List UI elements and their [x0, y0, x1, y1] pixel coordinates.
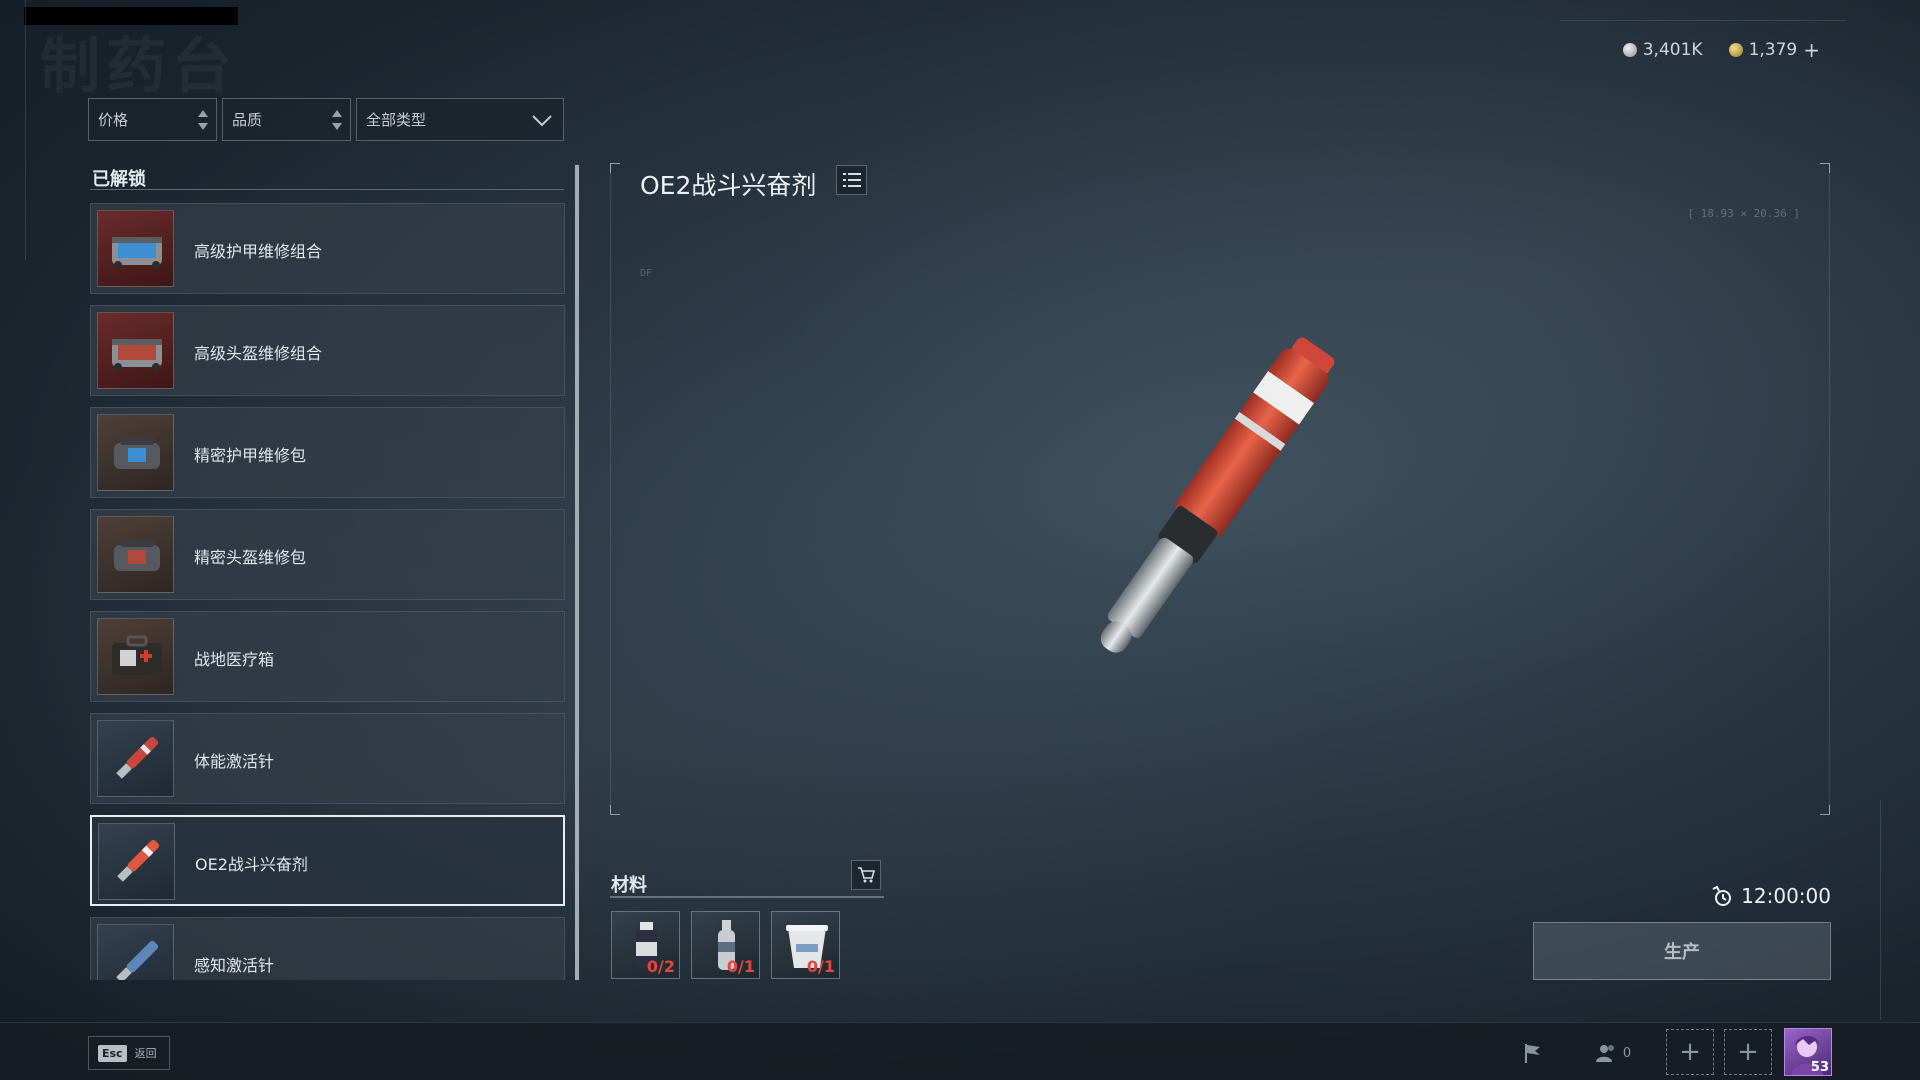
recipe-item[interactable]: 体能激活针: [90, 713, 565, 804]
materials-title: 材料: [611, 875, 647, 896]
team-icon: [1595, 1045, 1614, 1062]
material-slot[interactable]: 0/1: [771, 911, 840, 979]
frame-line: [1829, 163, 1830, 813]
add-squad-slot[interactable]: +: [1724, 1029, 1772, 1075]
recipe-item[interactable]: 精密护甲维修包: [90, 407, 565, 498]
gold-coin-icon: [1728, 43, 1743, 57]
hourglass-icon: [1712, 885, 1732, 906]
gold-currency[interactable]: 1,379 +: [1728, 40, 1820, 60]
quality-sort-label: 品质: [232, 111, 263, 129]
combat-stimulant-render: [1100, 337, 1335, 653]
currency-bar: 3,401K 1,379 +: [1622, 40, 1820, 60]
material-count: 0/1: [806, 957, 835, 976]
chevron-down-icon: [532, 115, 552, 127]
stamina-injector-icon: [97, 720, 174, 797]
divider: [610, 896, 884, 898]
recipe-item[interactable]: 高级护甲维修组合: [90, 203, 565, 294]
price-sort-label: 价格: [98, 111, 129, 129]
team-count: 0: [1622, 1045, 1632, 1061]
production-timer: 12:00:00: [1711, 884, 1831, 908]
helmet-repair-kit-icon: [97, 312, 174, 389]
recipe-item-label: 感知激活针: [194, 956, 275, 975]
page-title: 制药台: [40, 32, 238, 102]
material-slot[interactable]: 0/1: [691, 911, 760, 979]
price-sort-button[interactable]: 价格: [88, 98, 217, 141]
material-slot[interactable]: 0/2: [611, 911, 680, 979]
gold-value: 1,379: [1748, 40, 1798, 60]
deco-line: [1560, 20, 1845, 21]
recipe-item-label: OE2战斗兴奋剂: [195, 855, 308, 874]
back-label: 返回: [134, 1047, 157, 1060]
item-name: OE2战斗兴奋剂: [640, 171, 817, 200]
add-currency-icon[interactable]: +: [1803, 40, 1820, 60]
recipe-list: 高级护甲维修组合 高级头盔维修组合 精密护甲维修包 精密头盔维修包 战地医疗箱 …: [90, 203, 565, 980]
silver-coin-icon: [1622, 43, 1637, 57]
frame-corner: [610, 163, 620, 173]
plus-icon: +: [1679, 1037, 1701, 1067]
cart-icon: [858, 867, 875, 883]
recipe-item[interactable]: 感知激活针: [90, 917, 565, 980]
buy-materials-button[interactable]: [851, 860, 881, 890]
team-button[interactable]: 0: [1590, 1036, 1636, 1070]
armor-repair-kit-icon: [97, 210, 174, 287]
list-icon: [842, 173, 861, 187]
combat-stimulant-icon: [98, 823, 175, 900]
section-title-unlocked: 已解锁: [92, 169, 146, 190]
frame-corner: [610, 805, 620, 815]
add-squad-slot[interactable]: +: [1666, 1029, 1714, 1075]
quality-sort-button[interactable]: 品质: [222, 98, 351, 141]
scrollbar-thumb[interactable]: [575, 165, 579, 980]
medkit-icon: [97, 618, 174, 695]
recipe-item[interactable]: OE2战斗兴奋剂: [90, 815, 565, 906]
deco-line: [25, 0, 26, 260]
sort-arrows-icon: [198, 110, 208, 130]
player-level: 53: [1810, 1060, 1829, 1075]
recipe-item-label: 体能激活针: [194, 752, 275, 771]
recipe-item[interactable]: 战地医疗箱: [90, 611, 565, 702]
material-count: 0/2: [646, 957, 675, 976]
flag-icon: [1525, 1044, 1540, 1063]
item-info-button[interactable]: [836, 165, 867, 195]
sort-arrows-icon: [332, 110, 342, 130]
silver-value: 3,401K: [1642, 40, 1703, 60]
plus-icon: +: [1737, 1037, 1759, 1067]
recipe-item-label: 高级头盔维修组合: [194, 344, 323, 363]
helmet-repair-pack-icon: [97, 516, 174, 593]
recipe-item[interactable]: 精密头盔维修包: [90, 509, 565, 600]
produce-button[interactable]: 生产: [1533, 922, 1831, 980]
recipe-item-label: 高级护甲维修组合: [194, 242, 323, 261]
armor-repair-pack-icon: [97, 414, 174, 491]
recipe-item-label: 战地医疗箱: [194, 650, 275, 669]
player-avatar[interactable]: 53: [1784, 1028, 1832, 1076]
divider: [90, 189, 564, 190]
type-filter-label: 全部类型: [366, 111, 427, 129]
flag-button[interactable]: [1518, 1036, 1548, 1070]
esc-key: Esc: [98, 1044, 127, 1062]
frame-line: [610, 163, 611, 813]
perception-injector-icon: [97, 924, 174, 980]
redacted-bar: [24, 7, 238, 25]
recipe-item[interactable]: 高级头盔维修组合: [90, 305, 565, 396]
recipe-item-label: 精密头盔维修包: [194, 548, 307, 567]
deco-line: [1880, 800, 1881, 1020]
dimension-readout: [ 18.93 × 20.36 ]: [1687, 207, 1800, 220]
material-count: 0/1: [726, 957, 755, 976]
type-filter-dropdown[interactable]: 全部类型: [356, 98, 564, 141]
production-time: 12:00:00: [1741, 884, 1831, 908]
silver-currency: 3,401K: [1622, 40, 1703, 60]
back-button[interactable]: Esc 返回: [88, 1036, 170, 1070]
faint-code: DF: [640, 268, 653, 279]
recipe-item-label: 精密护甲维修包: [194, 446, 307, 465]
